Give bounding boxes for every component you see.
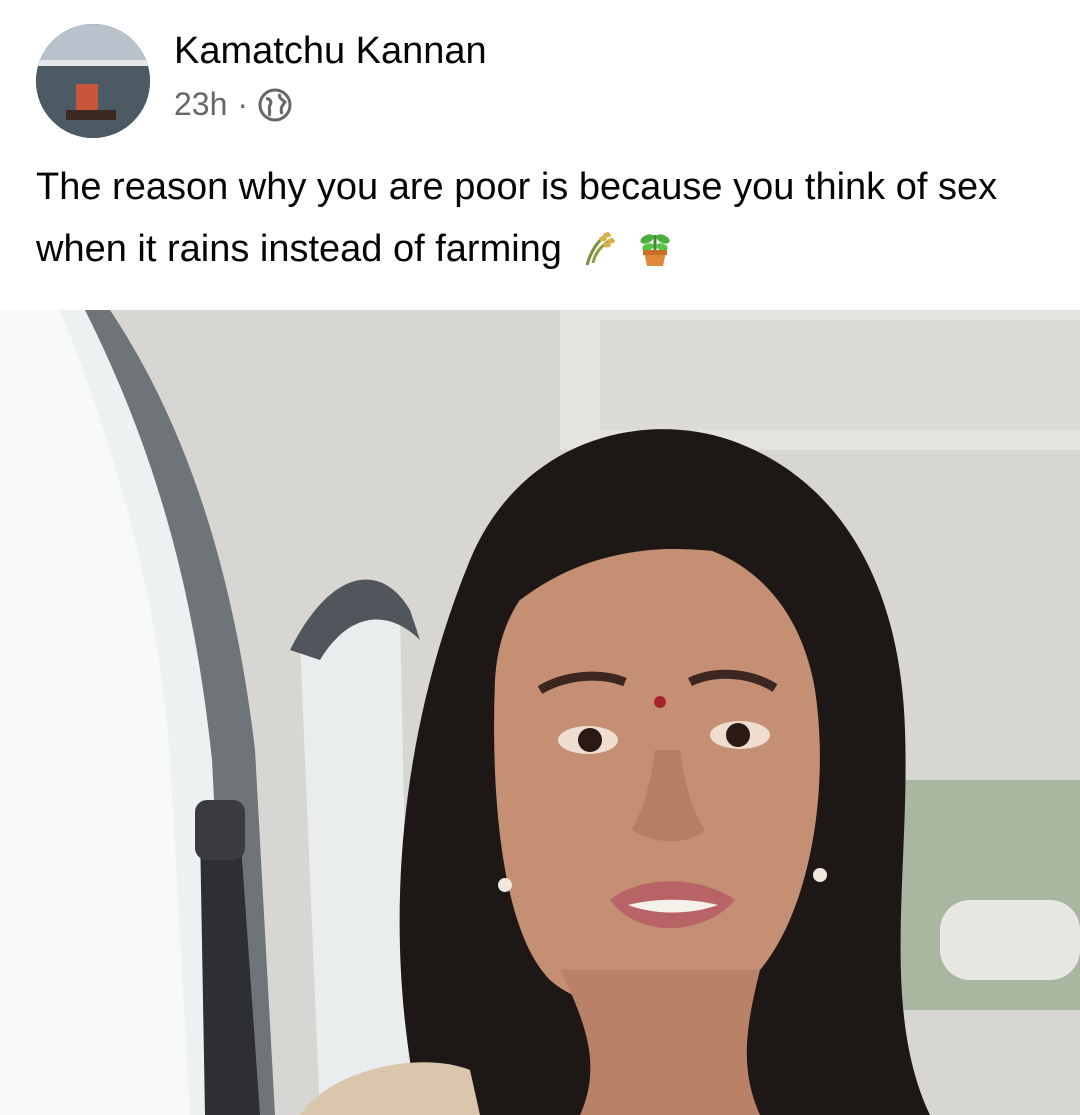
post-timestamp[interactable]: 23h	[174, 86, 227, 123]
author-name[interactable]: Kamatchu Kannan	[174, 30, 487, 73]
post-header: Kamatchu Kannan 23h ·	[36, 18, 1036, 138]
globe-icon[interactable]	[258, 88, 292, 122]
post-caption: The reason why you are poor is because y…	[36, 156, 1056, 280]
author-avatar[interactable]	[36, 24, 150, 138]
rice-sheaf-icon	[579, 224, 619, 266]
potted-plant-icon	[635, 224, 675, 266]
facebook-post: Kamatchu Kannan 23h · The reason why you…	[0, 0, 1080, 1115]
post-meta: 23h ·	[174, 86, 292, 123]
meta-separator: ·	[237, 86, 249, 122]
caption-text: The reason why you are poor is because y…	[36, 166, 998, 270]
post-photo[interactable]	[0, 310, 1080, 1115]
